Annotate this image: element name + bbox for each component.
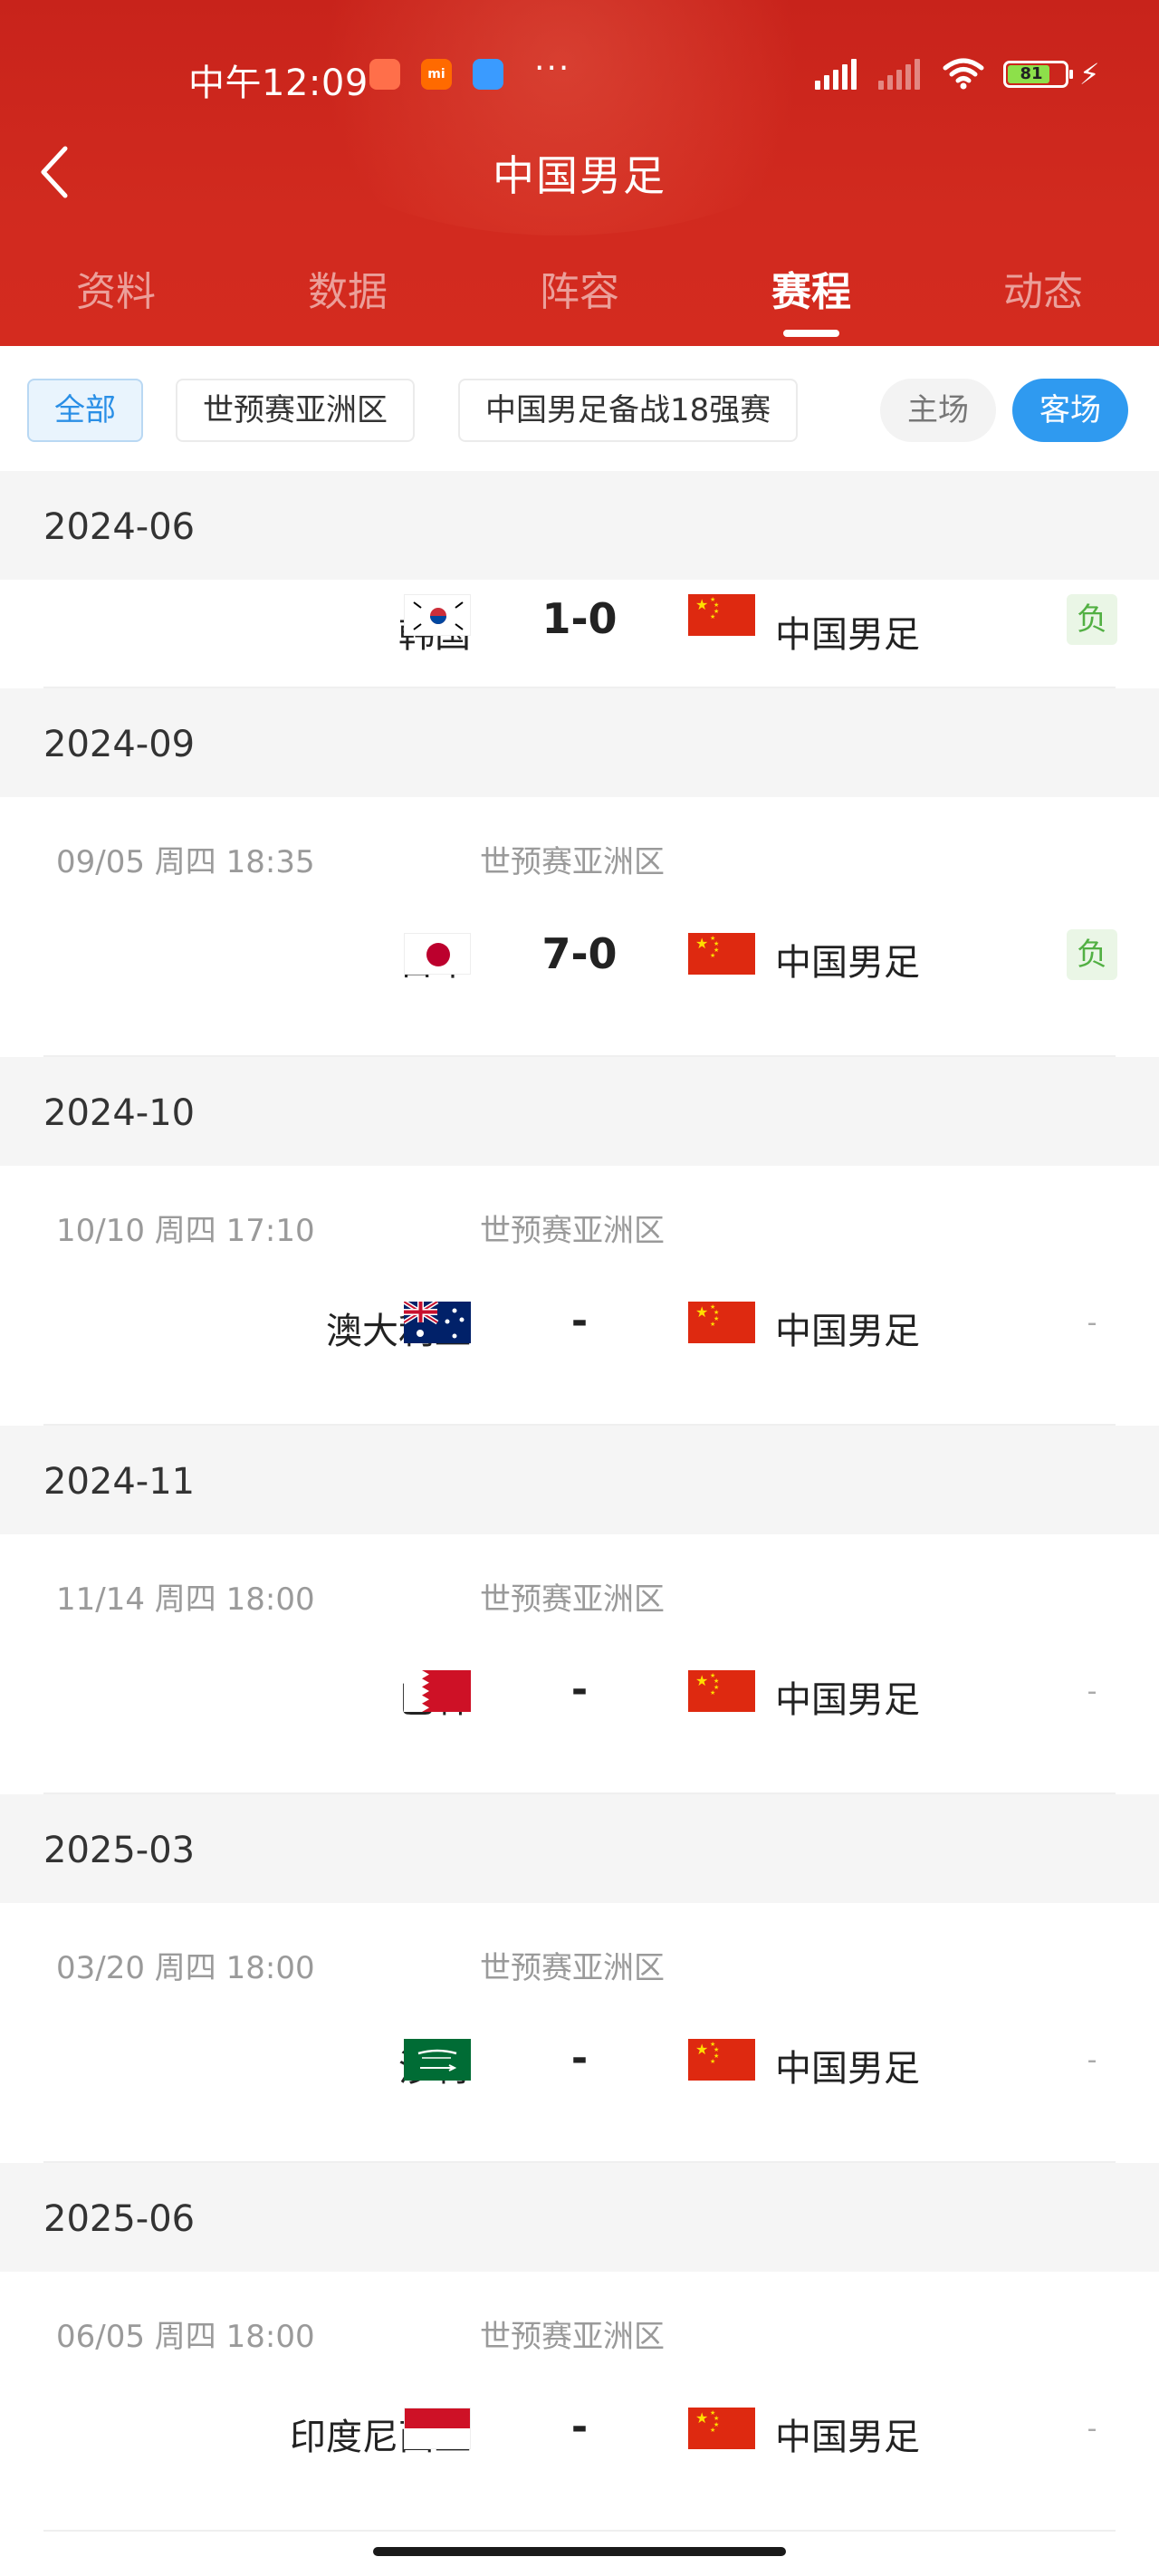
home-indicator-bar[interactable] [373,2547,786,2556]
row-divider [43,687,1116,688]
indonesia-flag-icon [404,2408,471,2449]
month-header: 2024-11 [0,1426,1159,1534]
match-row[interactable]: 09/05 周四 18:35 世预赛亚洲区 日本 7-0 ★★★★★ 中国男足 … [0,797,1159,1057]
match-date: 06/05 周四 18:00 [56,2319,315,2355]
match-date: 11/14 周四 18:00 [56,1581,315,1618]
result-badge: - [1087,1676,1097,1707]
china-flag-icon: ★ ★ ★ ★ ★ [688,2039,755,2081]
china-flag-icon: ★ ★ ★ ★ ★ [688,1302,755,1343]
tab-news[interactable]: 动态 [927,232,1159,346]
match-competition: 世预赛亚洲区 [480,844,665,880]
notification-app-icon-blue [473,59,503,90]
away-team-name: 中国男足 [775,1311,920,1352]
row-divider [43,2161,1116,2163]
match-score: - [570,1667,589,1713]
venue-home-toggle[interactable]: 主场 [880,379,996,442]
match-score: - [570,2035,589,2081]
page-title: 中国男足 [493,151,666,200]
wifi-icon [943,58,984,90]
result-badge: 负 [1067,929,1117,980]
app-header: 中午12:09 mi ··· 81 ⚡ 中国男足 资料 数据 阵容 赛程 动态 [0,0,1159,346]
battery-icon: 81 [1003,61,1073,88]
row-divider [43,1424,1116,1426]
match-competition: 世预赛亚洲区 [480,2319,665,2355]
china-flag-icon: ★ ★ ★ ★ ★ [688,1670,755,1712]
charging-icon: ⚡ [1079,57,1100,91]
china-flag-icon: ★ ★ ★ ★ ★ [688,2408,755,2449]
away-team-name: 中国男足 [775,614,920,656]
australia-flag-icon [404,1302,471,1343]
month-header: 2025-03 [0,1794,1159,1903]
away-team-name: 中国男足 [775,2417,920,2458]
filter-chip-wc-qualifier[interactable]: 世预赛亚洲区 [176,379,415,442]
schedule-list: 2024-06 韩国 1-0 ★★★★★ 中国男足 负 2024-09 09/0… [0,471,1159,2532]
tab-profile[interactable]: 资料 [0,232,232,346]
result-badge: 负 [1067,594,1117,645]
match-row[interactable]: 11/14 周四 18:00 世预赛亚洲区 巴林 - ★★★★★ 中国男足 - [0,1534,1159,1794]
result-badge: - [1087,2044,1097,2076]
match-date: 03/20 周四 18:00 [56,1950,315,1986]
result-badge: - [1087,1307,1097,1339]
away-team-name: 中国男足 [775,1679,920,1721]
month-header: 2025-06 [0,2163,1159,2272]
match-date: 10/10 周四 17:10 [56,1213,315,1249]
match-score: - [570,1298,589,1344]
match-competition: 世预赛亚洲区 [480,1213,665,1249]
row-divider [43,1793,1116,1794]
month-header: 2024-09 [0,688,1159,797]
venue-away-toggle[interactable]: 客场 [1012,379,1128,442]
match-score: 7-0 [541,929,618,978]
south-korea-flag-icon [404,594,471,636]
match-score: 1-0 [541,594,618,643]
result-badge: - [1087,2413,1097,2445]
japan-flag-icon [404,933,471,975]
filter-chip-all[interactable]: 全部 [27,379,143,442]
match-competition: 世预赛亚洲区 [480,1950,665,1986]
match-score: - [570,2404,589,2450]
tab-squad[interactable]: 阵容 [464,232,695,346]
row-divider [43,2530,1116,2532]
match-date: 09/05 周四 18:35 [56,844,315,880]
match-competition: 世预赛亚洲区 [480,1581,665,1618]
match-row[interactable]: 06/05 周四 18:00 世预赛亚洲区 印度尼西亚 - ★ ★ ★ ★ ★ 中国男足… [0,2272,1159,2532]
status-time: 中午12:09 [188,62,369,104]
notification-app-icon [369,59,400,90]
month-header: 2024-06 [0,471,1159,580]
match-row[interactable]: 10/10 周四 17:10 世预赛亚洲区 澳大利亚 - ★ ★ ★ ★ ★ 中国男足 … [0,1166,1159,1426]
filter-chip-prep-18[interactable]: 中国男足备战18强赛 [458,379,799,442]
signal-strength-secondary-icon [878,57,920,90]
saudi-arabia-flag-icon [404,2039,471,2081]
row-divider [43,1055,1116,1057]
tab-bar: 资料 数据 阵容 赛程 动态 [0,232,1159,346]
match-row[interactable]: 韩国 1-0 ★★★★★ 中国男足 负 [0,580,1159,688]
more-notifications-icon: ··· [534,50,571,87]
china-flag-icon: ★ ★ ★ ★ ★ [688,594,755,636]
battery-level: 81 [1020,64,1043,83]
match-row[interactable]: 03/20 周四 18:00 世预赛亚洲区 沙特 - ★★★★★ 中国男足 - [0,1903,1159,2163]
tab-schedule[interactable]: 赛程 [695,232,927,346]
month-header: 2024-10 [0,1057,1159,1166]
bahrain-flag-icon [404,1670,471,1712]
filter-bar: 全部 世预赛亚洲区 中国男足备战18强赛 主场 客场 [0,346,1159,471]
status-bar: 中午12:09 mi ··· 81 ⚡ [0,50,1159,104]
away-team-name: 中国男足 [775,942,920,984]
china-flag-icon: ★ ★ ★ ★ ★ [688,933,755,975]
mi-app-icon: mi [421,59,452,90]
away-team-name: 中国男足 [775,2048,920,2090]
tab-stats[interactable]: 数据 [232,232,464,346]
signal-strength-icon [815,57,857,90]
